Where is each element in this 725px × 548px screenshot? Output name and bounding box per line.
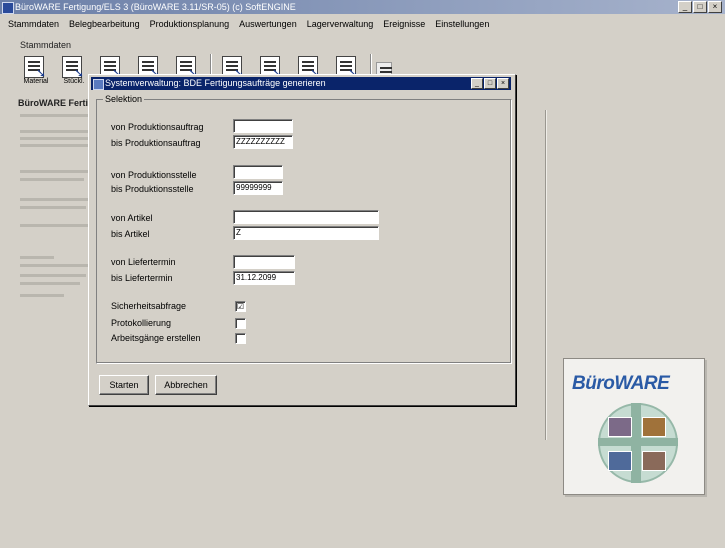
dialog-title-bar[interactable]: Systemverwaltung: BDE Fertigungsaufträge… — [91, 77, 511, 90]
nav-item-placeholder[interactable] — [20, 256, 54, 259]
menu-lagerverwaltung[interactable]: Lagerverwaltung — [307, 16, 374, 32]
input-bis-liefertermin[interactable]: 31.12.2099 — [233, 271, 295, 285]
dialog-title: Systemverwaltung: BDE Fertigungsaufträge… — [105, 78, 326, 88]
label-bis-liefertermin: bis Liefertermin — [111, 273, 173, 283]
nav-item-placeholder[interactable] — [20, 206, 86, 209]
nav-item-placeholder[interactable] — [20, 282, 80, 285]
checkbox-arbeitsgaenge[interactable] — [235, 333, 246, 344]
left-navigation-pane: BüroWARE Fertigung — [18, 98, 110, 298]
nav-item-placeholder[interactable] — [20, 178, 84, 181]
toolbar-button-stueckliste[interactable]: ➘ Stückl. — [56, 52, 92, 86]
logo-photo — [608, 417, 632, 437]
window-controls: _ □ × — [678, 1, 722, 13]
content-divider — [545, 110, 547, 440]
logo-photo — [642, 451, 666, 471]
nav-item-placeholder[interactable] — [20, 137, 94, 140]
checkbox-sicherheitsabfrage[interactable]: ☑ — [235, 301, 246, 312]
dialog-close-button[interactable]: × — [497, 78, 509, 89]
menu-produktionsplanung[interactable]: Produktionsplanung — [150, 16, 230, 32]
nav-item-placeholder[interactable] — [20, 274, 86, 277]
section-label: Stammdaten — [20, 40, 72, 50]
nav-item-placeholder[interactable] — [20, 264, 92, 267]
app-icon[interactable] — [2, 2, 14, 14]
dialog-icon — [93, 79, 104, 90]
label-protokollierung: Protokollierung — [111, 318, 172, 328]
input-von-artikel[interactable] — [233, 210, 379, 224]
label-bis-produktionsstelle: bis Produktionsstelle — [111, 184, 194, 194]
menu-ereignisse[interactable]: Ereignisse — [383, 16, 425, 32]
dialog-maximize-button[interactable]: □ — [484, 78, 496, 89]
minimize-button[interactable]: _ — [678, 1, 692, 13]
arrow-icon: ➘ — [74, 66, 85, 80]
menu-auswertungen[interactable]: Auswertungen — [239, 16, 297, 32]
cancel-button[interactable]: Abbrechen — [155, 375, 217, 395]
logo-text: BüroWARE — [572, 373, 670, 394]
input-von-produktionsauftrag[interactable] — [233, 119, 293, 133]
main-title-bar: BüroWARE Fertigung/ELS 3 (BüroWARE 3.11/… — [0, 0, 725, 14]
menu-einstellungen[interactable]: Einstellungen — [435, 16, 489, 32]
arrow-icon: ➘ — [36, 66, 47, 80]
checkbox-protokollierung[interactable] — [235, 318, 246, 329]
nav-item-placeholder[interactable] — [20, 114, 98, 117]
label-von-produktionsauftrag: von Produktionsauftrag — [111, 122, 204, 132]
toolbar-caption: Material — [23, 78, 49, 85]
toolbar-caption: Stückl. — [63, 78, 85, 85]
bde-dialog: Systemverwaltung: BDE Fertigungsaufträge… — [88, 74, 516, 406]
bueroware-logo: BüroWARE — [563, 358, 705, 495]
nav-item-placeholder[interactable] — [20, 144, 92, 147]
close-button[interactable]: × — [708, 1, 722, 13]
label-bis-produktionsauftrag: bis Produktionsauftrag — [111, 138, 201, 148]
logo-photo — [608, 451, 632, 471]
menu-stammdaten[interactable]: Stammdaten — [8, 16, 59, 32]
label-arbeitsgaenge: Arbeitsgänge erstellen — [111, 333, 201, 343]
toolbar-button-material[interactable]: ➘ Material — [18, 52, 54, 86]
window-title: BüroWARE Fertigung/ELS 3 (BüroWARE 3.11/… — [15, 2, 296, 12]
logo-photo — [642, 417, 666, 437]
nav-item-placeholder[interactable] — [20, 170, 90, 173]
label-bis-artikel: bis Artikel — [111, 229, 150, 239]
selection-group-label: Selektion — [103, 94, 145, 104]
input-bis-artikel[interactable]: Z — [233, 226, 379, 240]
maximize-button[interactable]: □ — [693, 1, 707, 13]
menu-belegbearbeitung[interactable]: Belegbearbeitung — [69, 16, 140, 32]
nav-item-placeholder[interactable] — [20, 198, 92, 201]
input-von-liefertermin[interactable] — [233, 255, 295, 269]
input-bis-produktionsauftrag[interactable]: ZZZZZZZZZZ — [233, 135, 293, 149]
input-bis-produktionsstelle[interactable]: 99999999 — [233, 181, 283, 195]
label-sicherheitsabfrage: Sicherheitsabfrage — [111, 301, 187, 311]
menu-bar: Stammdaten Belegbearbeitung Produktionsp… — [0, 16, 725, 32]
label-von-artikel: von Artikel — [111, 213, 153, 223]
label-von-produktionsstelle: von Produktionsstelle — [111, 170, 197, 180]
nav-item-placeholder[interactable] — [20, 294, 64, 297]
dialog-minimize-button[interactable]: _ — [471, 78, 483, 89]
nav-item-placeholder[interactable] — [20, 224, 92, 227]
logo-cross-horizontal — [598, 438, 678, 446]
dialog-window-controls: _ □ × — [471, 78, 509, 89]
nav-item-placeholder[interactable] — [20, 130, 90, 133]
label-von-liefertermin: von Liefertermin — [111, 257, 176, 267]
input-von-produktionsstelle[interactable] — [233, 165, 283, 179]
start-button[interactable]: Starten — [99, 375, 149, 395]
